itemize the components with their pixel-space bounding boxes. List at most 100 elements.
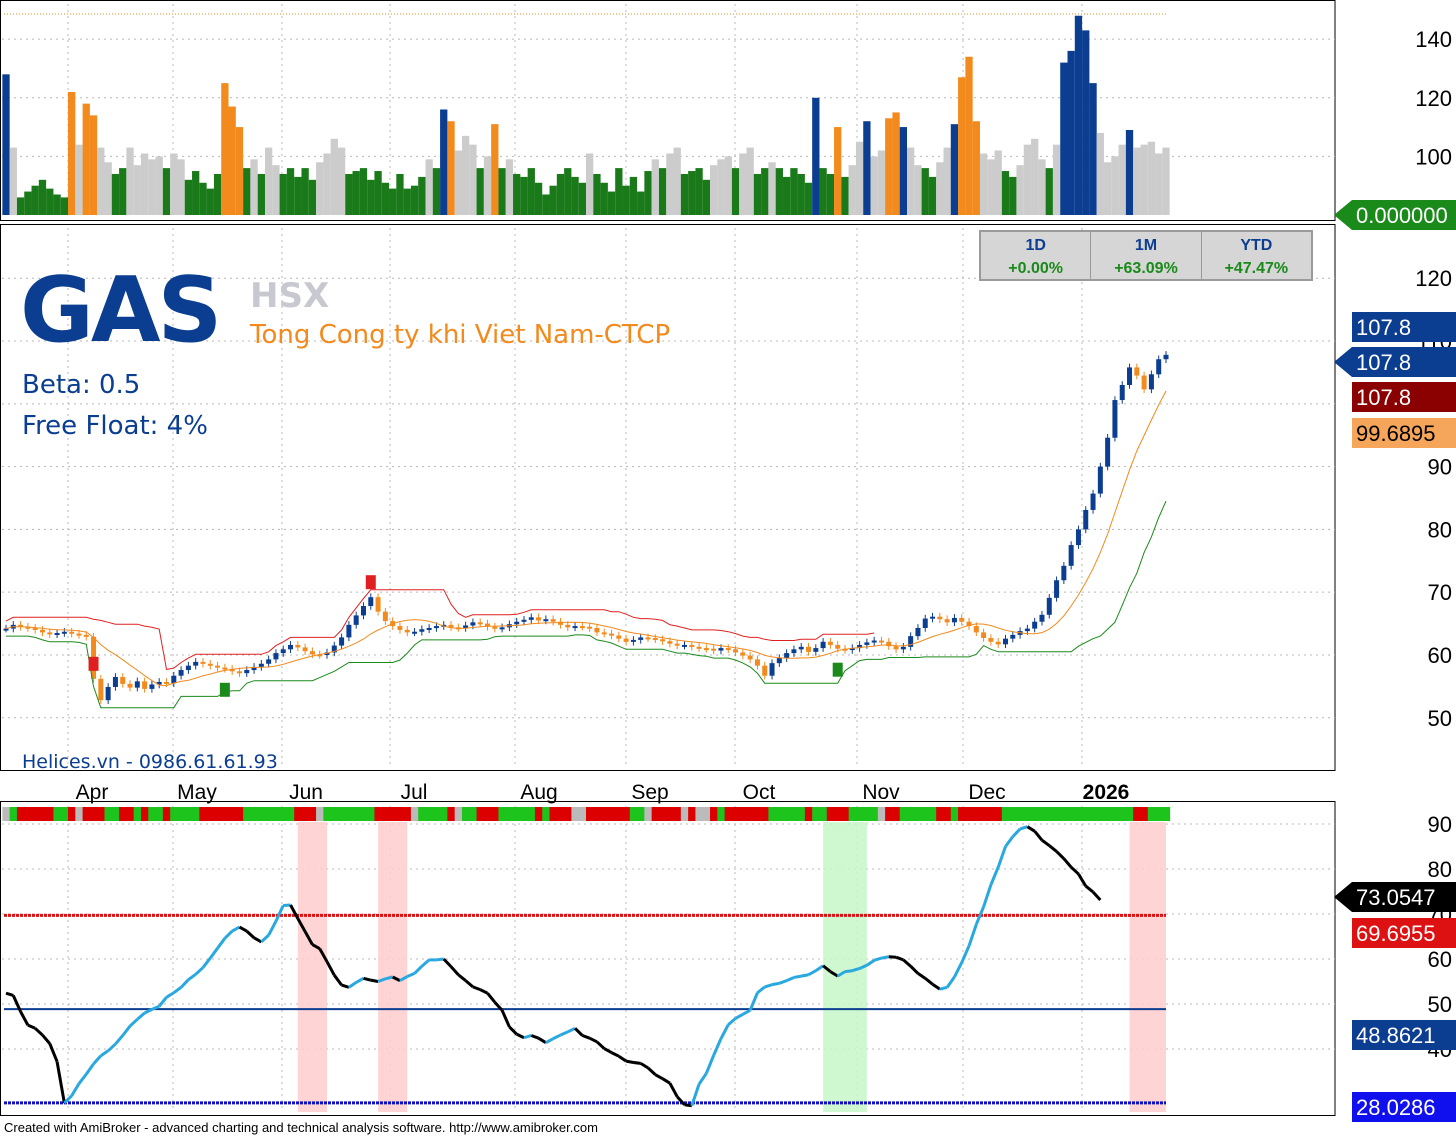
volume-bar bbox=[1162, 147, 1170, 215]
signal-strip-cell bbox=[819, 807, 828, 821]
price-candle bbox=[660, 639, 666, 642]
volume-bar bbox=[1038, 159, 1046, 215]
signal-strip-cell bbox=[337, 807, 346, 821]
price-candle bbox=[740, 652, 746, 656]
price-candle bbox=[791, 649, 797, 654]
signal-strip-cell bbox=[476, 807, 485, 821]
signal-strip-cell bbox=[323, 807, 332, 821]
signal-strip-cell bbox=[264, 807, 273, 821]
exchange-label: HSX bbox=[250, 276, 330, 316]
signal-strip-cell bbox=[943, 807, 952, 821]
volume-bar bbox=[615, 168, 623, 215]
price-tag-last-text: 107.8 bbox=[1356, 315, 1411, 340]
volume-bar bbox=[476, 168, 484, 215]
signal-strip-cell bbox=[316, 807, 324, 821]
signal-strip-cell bbox=[367, 807, 375, 821]
oscillator-segment bbox=[588, 1036, 598, 1044]
price-candle bbox=[193, 661, 199, 666]
signal-strip-cell bbox=[199, 807, 208, 821]
signal-strip-cell bbox=[542, 807, 551, 821]
volume-bar bbox=[1082, 30, 1090, 215]
volume-bar bbox=[148, 159, 156, 215]
oscillator-segment bbox=[121, 1025, 132, 1037]
volume-bar bbox=[24, 191, 32, 215]
signal-strip-cell bbox=[38, 807, 47, 821]
volume-bar bbox=[418, 176, 426, 215]
price-candle bbox=[105, 687, 111, 701]
price-candle bbox=[806, 646, 812, 652]
oscillator-segment bbox=[1041, 838, 1051, 847]
volume-bar bbox=[1060, 62, 1068, 215]
volume-bar bbox=[119, 168, 127, 215]
volume-bar bbox=[637, 191, 645, 215]
price-candle bbox=[864, 642, 870, 645]
volume-bar bbox=[272, 165, 280, 215]
signal-strip-cell bbox=[768, 807, 777, 821]
signal-strip-cell bbox=[1133, 807, 1141, 821]
signal-strip-cell bbox=[1052, 807, 1061, 821]
signal-strip-cell bbox=[228, 807, 237, 821]
signal-strip-cell bbox=[586, 807, 594, 821]
price-candle bbox=[915, 627, 921, 637]
volume-bar bbox=[527, 168, 535, 215]
signal-strip-cell bbox=[870, 807, 879, 821]
signal-strip-cell bbox=[637, 807, 645, 821]
price-candle bbox=[404, 629, 410, 633]
oscillator-segment bbox=[223, 930, 234, 940]
oscillator-segment bbox=[646, 1066, 657, 1076]
sell-signal-marker bbox=[88, 656, 99, 671]
oscillator-segment bbox=[34, 1027, 44, 1037]
volume-bar bbox=[1103, 162, 1112, 215]
price-candle bbox=[711, 648, 717, 651]
oscillator-segment bbox=[1091, 890, 1102, 902]
volume-bar bbox=[352, 171, 360, 215]
oscillator-segment bbox=[559, 1030, 569, 1037]
volume-bar bbox=[330, 138, 338, 215]
signal-strip-cell bbox=[461, 807, 470, 821]
y-tick-label: 50 bbox=[1428, 706, 1452, 731]
price-candle bbox=[937, 616, 943, 620]
signal-strip-cell bbox=[680, 807, 689, 821]
volume-bar bbox=[97, 147, 105, 215]
signal-strip-cell bbox=[673, 807, 682, 821]
oscillator-segment bbox=[873, 956, 882, 962]
price-candle bbox=[412, 631, 418, 634]
price-candle bbox=[120, 676, 126, 684]
price-candle bbox=[98, 678, 104, 701]
price-candle bbox=[725, 648, 731, 651]
performance-label: YTD bbox=[1240, 237, 1273, 254]
oscillator-segment bbox=[764, 983, 773, 989]
oscillator-segment bbox=[1048, 844, 1058, 853]
volume-bar bbox=[228, 106, 236, 215]
signal-strip-cell bbox=[250, 807, 259, 821]
oscillator-segment bbox=[486, 992, 496, 1004]
price-candle bbox=[754, 659, 760, 666]
y-tick-label: 90 bbox=[1428, 812, 1452, 837]
volume-bar bbox=[907, 147, 915, 215]
volume-bar bbox=[520, 176, 528, 215]
signal-strip-cell bbox=[89, 807, 98, 821]
price-candle bbox=[266, 659, 272, 664]
signal-strip-cell bbox=[345, 807, 354, 821]
oscillator-segment bbox=[704, 1054, 716, 1074]
price-candle bbox=[1148, 374, 1154, 390]
oscillator-segment bbox=[5, 991, 14, 997]
oscillator-segment bbox=[406, 972, 416, 978]
oscillator-segment bbox=[158, 996, 168, 1008]
volume-bar bbox=[834, 127, 842, 215]
oscillator-segment bbox=[70, 1082, 81, 1097]
signal-strip-cell bbox=[272, 807, 281, 821]
price-candle bbox=[696, 646, 702, 649]
volume-bar bbox=[46, 188, 54, 215]
volume-bar bbox=[958, 77, 966, 215]
oscillator-segment bbox=[924, 977, 934, 986]
price-candle bbox=[1010, 634, 1016, 639]
price-candle bbox=[127, 683, 133, 688]
volume-bar bbox=[950, 124, 959, 215]
trailing-stop-red bbox=[5, 589, 875, 670]
signal-strip-cell bbox=[914, 807, 923, 821]
volume-bar bbox=[1045, 168, 1053, 215]
volume-bar bbox=[337, 147, 346, 215]
volume-bar bbox=[819, 168, 827, 215]
volume-bar bbox=[1096, 132, 1104, 215]
